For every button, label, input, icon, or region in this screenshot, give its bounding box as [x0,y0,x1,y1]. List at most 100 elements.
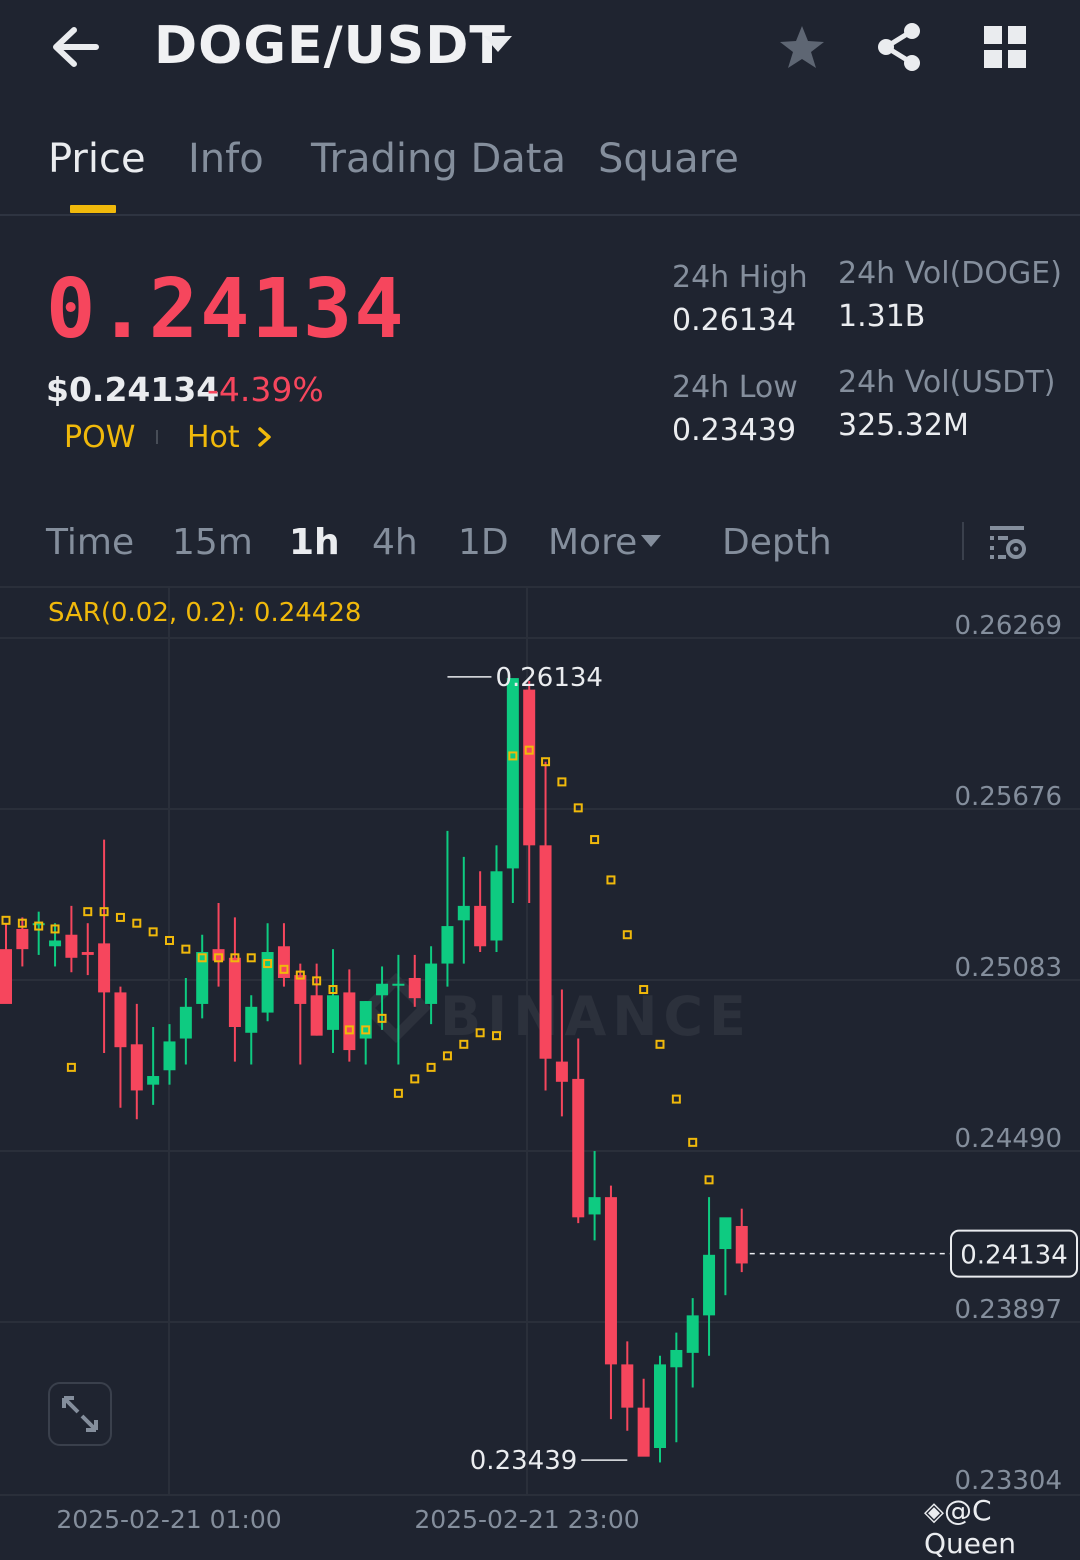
candle-down [310,995,323,1036]
y-tick-label: 0.23304 [954,1466,1062,1496]
stat-high-label: 24h High [672,260,808,295]
tag-separator [156,430,158,444]
candle-up [457,905,470,921]
candle-down [65,934,78,958]
stat-low-value: 0.23439 [672,413,797,448]
sar-dot [83,907,93,917]
fullscreen-button[interactable] [48,1382,112,1446]
candle-down [343,992,356,1051]
candlestick-chart[interactable]: 0.26269 0.25676 0.25083 0.24490 0.23897 0.233… [0,588,1080,1534]
apps-grid-button[interactable] [982,24,1028,70]
pair-title[interactable]: DOGE/USDT [154,16,506,76]
candle-down [408,977,421,999]
sar-dot [704,1175,714,1185]
candle-up [703,1254,716,1316]
sar-dot [688,1137,698,1147]
tab-trading-data[interactable]: Trading Data [311,136,566,182]
timeframe-4h[interactable]: 4h [372,522,418,563]
grid-icon [984,26,1026,68]
candle-down [555,1061,568,1082]
candle-down [539,845,552,1059]
stat-low-label: 24h Low [672,370,798,405]
candle-up [179,1006,192,1039]
last-price: 0.24134 [46,262,406,357]
candle-down [16,928,29,950]
sar-dot [148,927,158,937]
sar-dot [606,875,616,885]
sar-dot [181,944,191,954]
sar-dot [590,835,600,845]
candle-up [588,1197,601,1215]
chevron-right-icon[interactable] [256,426,274,448]
tab-square[interactable]: Square [598,136,739,182]
candle-down [0,949,12,1004]
tag-hot[interactable]: Hot [187,420,240,455]
timeframe-1h[interactable]: 1h [289,522,340,563]
sar-dot [557,777,567,787]
candle-up [147,1076,160,1085]
candle-down [474,905,487,947]
timeframe-time[interactable]: Time [46,522,134,563]
candle-up [245,1006,258,1033]
last-price-tag-label: 0.24134 [960,1241,1068,1271]
candle-up [719,1217,732,1250]
stat-vol-base-label: 24h Vol(DOGE) [838,256,1062,291]
chart-settings-icon [990,526,1026,559]
sar-dot [246,953,256,963]
star-icon [780,26,824,68]
candle-down [81,952,94,955]
candle-down [604,1197,617,1365]
y-tick-label: 0.24490 [954,1124,1062,1154]
timeframe-depth[interactable]: Depth [722,522,832,563]
candle-up [686,1315,699,1353]
x-axis-label: 2025-02-21 01:00 [56,1505,281,1534]
chart-settings-button[interactable] [988,522,1028,562]
usd-price: $0.24134 [46,370,220,409]
sar-dot [622,930,632,940]
y-tick-label: 0.23897 [954,1295,1062,1325]
high-marker-label: 0.26134 [495,663,603,693]
sar-dot [573,803,583,813]
share-button[interactable] [872,20,926,74]
timeframe-15m[interactable]: 15m [172,522,253,563]
candle-up [376,983,389,996]
candle-up [49,940,62,947]
stat-vol-base-value: 1.31B [838,299,926,334]
brand-watermark: BINANCE [440,985,752,1048]
x-axis-line [0,1494,1080,1496]
favorite-button[interactable] [776,22,828,74]
back-button[interactable] [48,22,104,72]
timeframe-1d[interactable]: 1D [458,522,509,563]
sar-dot [393,1088,403,1098]
x-axis-label: 2025-02-21 23:00 [414,1505,639,1534]
sar-dot [410,1074,420,1084]
candle-up [654,1364,666,1449]
y-tick-label: 0.25676 [954,782,1062,812]
sar-dot [1,915,11,925]
candle-up [425,963,438,1004]
candle-up [490,871,503,941]
tag-pow[interactable]: POW [64,420,135,455]
candle-up [327,995,339,1030]
timeframe-more[interactable]: More [548,522,637,563]
active-tab-indicator [70,205,116,213]
y-tick-label: 0.26269 [954,611,1062,641]
more-caret-down-icon[interactable] [641,535,661,547]
stat-vol-quote-value: 325.32M [838,408,969,443]
candle-down [621,1364,634,1408]
expand-icon [62,1396,98,1432]
sar-dot [66,1062,76,1072]
low-marker-label: 0.23439 [470,1446,578,1476]
sar-dot [426,1062,436,1072]
tab-price[interactable]: Price [48,136,146,182]
sar-dot [115,912,125,922]
candle-up [163,1041,176,1071]
caret-down-icon[interactable] [484,36,512,52]
price-change-percent: -4.39% [207,370,324,409]
diamond-logo-icon: ◈ [924,1497,944,1527]
tab-info[interactable]: Info [188,136,264,182]
sar-indicator-label: SAR(0.02, 0.2): 0.24428 [48,598,362,628]
candle-up [506,678,519,869]
sar-dot [442,1051,452,1061]
sar-dot [132,918,142,928]
